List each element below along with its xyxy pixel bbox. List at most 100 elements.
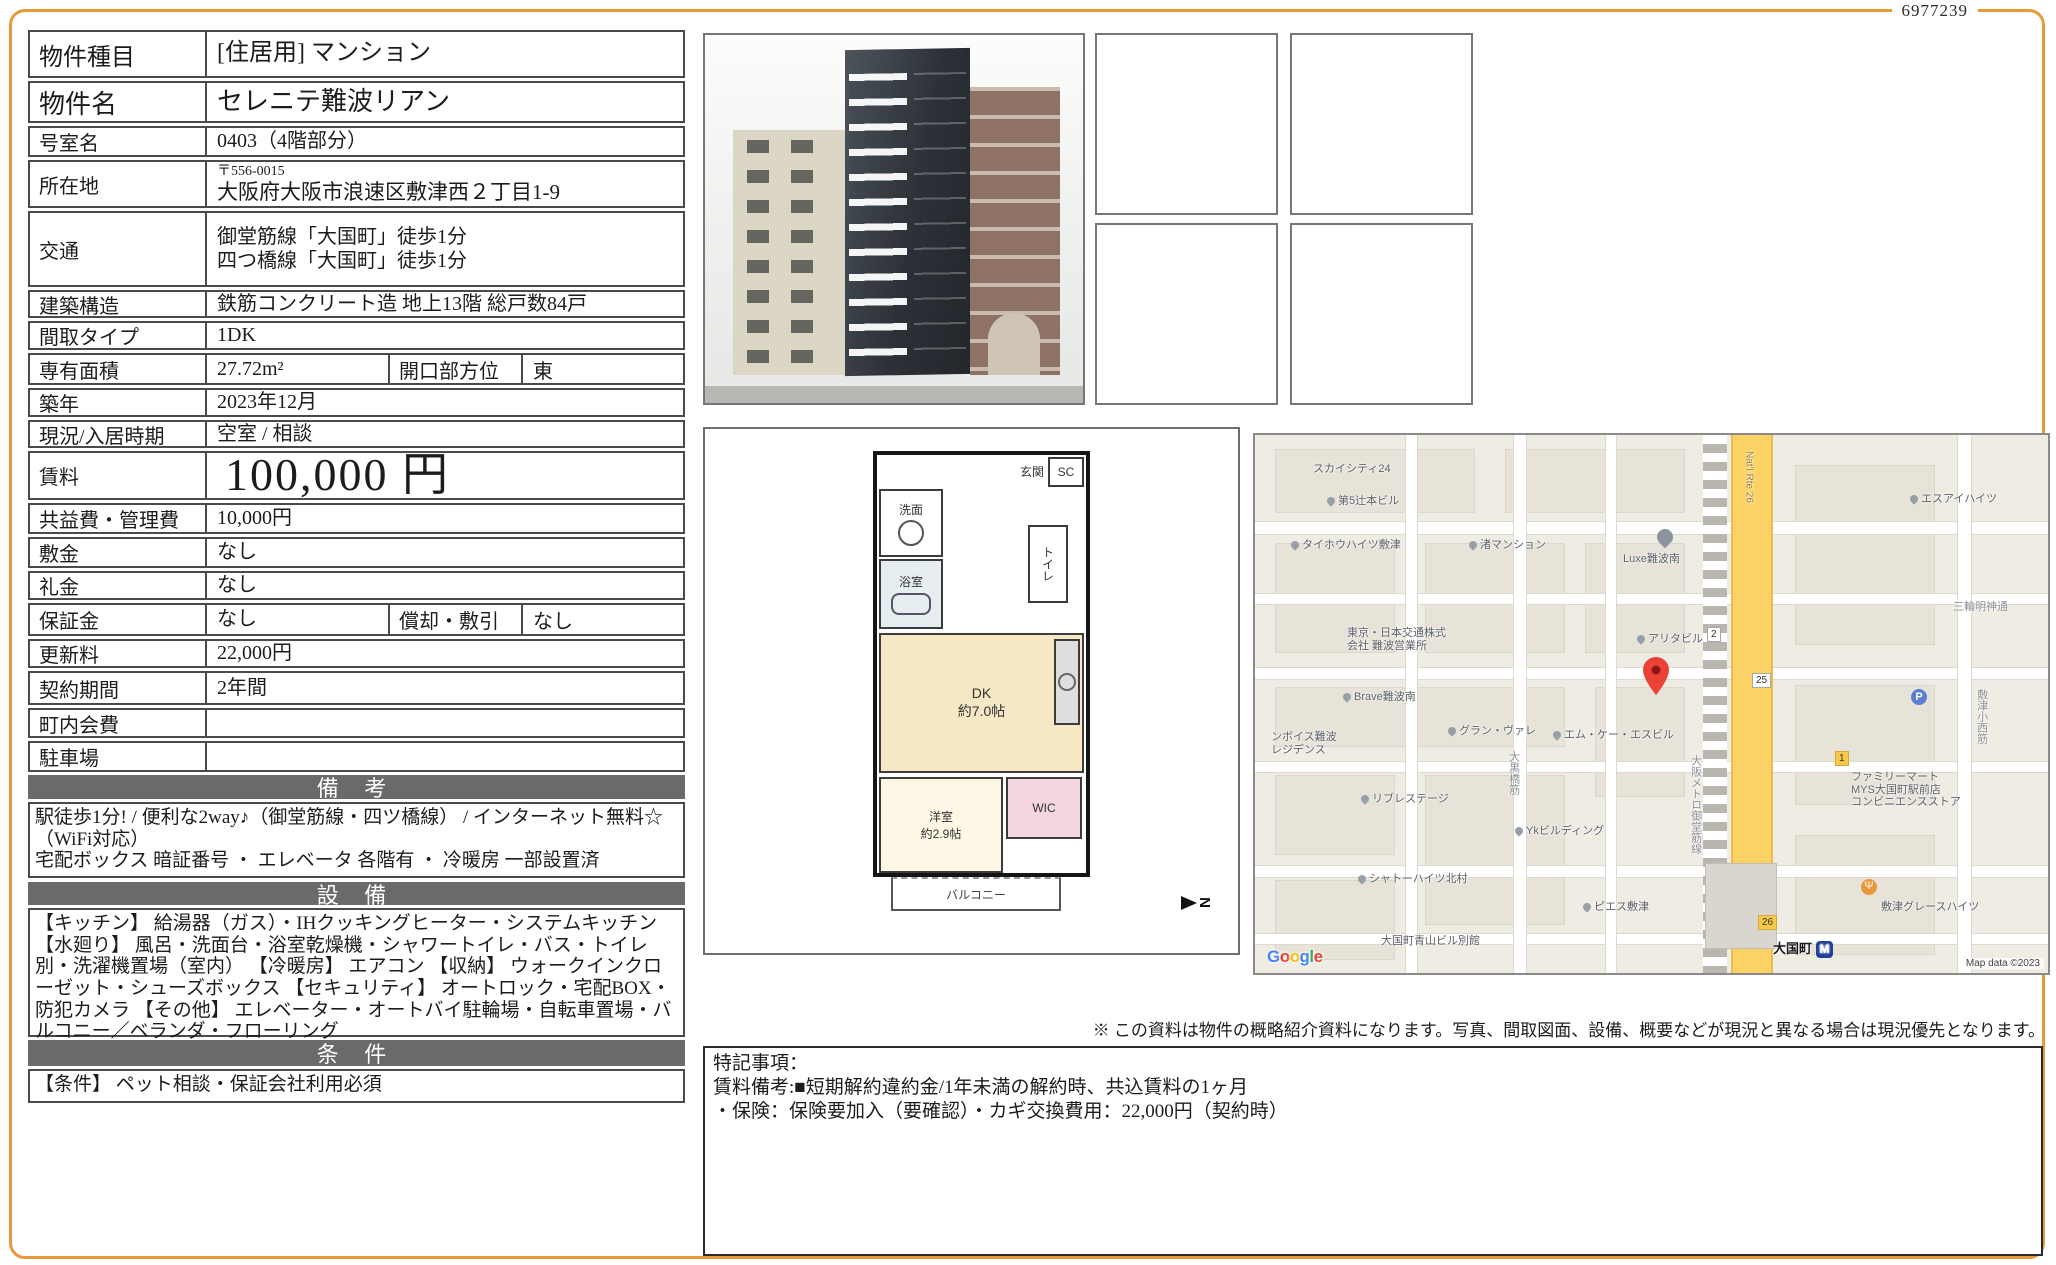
station-label: 大国町M <box>1773 941 1833 958</box>
poi-pin-icon <box>1356 873 1367 884</box>
row-value: なし <box>207 573 683 598</box>
poi-pin-icon <box>1908 493 1919 504</box>
toilet: トイレ <box>1028 525 1068 603</box>
postal-code: 〒556-0015 <box>217 164 560 180</box>
row-label: 建築構造 <box>30 292 207 316</box>
map-poi-label: 大国町青山ビル別館 <box>1381 935 1480 948</box>
kitchen-counter <box>1054 639 1080 725</box>
row-value <box>207 710 683 736</box>
walk-in-closet: WIC <box>1006 777 1082 839</box>
row-label: 賃料 <box>30 453 207 498</box>
property-row: 敷金なし <box>28 537 685 568</box>
poi-pin-icon <box>1341 691 1352 702</box>
property-location-pin <box>1643 657 1669 695</box>
row-label: 号室名 <box>30 128 207 155</box>
property-row: 共益費・管理費10,000円 <box>28 503 685 534</box>
beige-building <box>733 130 845 375</box>
exit-number-badge: 25 <box>1752 673 1771 688</box>
bathroom-label: 浴室 <box>899 573 923 590</box>
poi-pin-icon <box>1635 633 1646 644</box>
location-map: P Ψ スカイシティ24第5辻本ビルタイホウハイツ敷津渚マンションLuxe難波南… <box>1253 433 2050 975</box>
map-attribution: Map data ©2023 <box>1962 958 2044 969</box>
map-poi-label: アリタビル <box>1637 633 1703 646</box>
map-poi-label: 渚マンション <box>1469 539 1546 552</box>
property-row: 間取タイプ1DK <box>28 321 685 350</box>
north-arrow: N <box>1181 894 1210 911</box>
property-row: 現況/入居時期空室 / 相談 <box>28 420 685 448</box>
map-poi-label: Nat'l Rte 26 <box>1743 451 1755 503</box>
special-notes-line2: ・保険：保険要加入（要確認）・カギ交換費用：22,000円（契約時） <box>713 1100 2033 1124</box>
row-label: 共益費・管理費 <box>30 505 207 532</box>
row-label: 礼金 <box>30 573 207 598</box>
row-label: 保証金 <box>30 605 207 634</box>
station-platform <box>1705 863 1777 949</box>
property-row: 礼金なし <box>28 571 685 600</box>
row-value: 22,000円 <box>207 641 683 666</box>
row-label: 間取タイプ <box>30 323 207 348</box>
document-id: 6977239 <box>1892 1 1979 21</box>
restaurant-icon: Ψ <box>1861 879 1877 895</box>
property-row: 賃料100,000 円 <box>28 451 685 500</box>
row-label: 物件種目 <box>30 32 207 76</box>
sink-icon <box>1058 673 1076 691</box>
building-photo <box>703 33 1085 405</box>
row-label: 所在地 <box>30 162 207 206</box>
property-row: 保証金なし償却・敷引なし <box>28 603 685 636</box>
row-label: 契約期間 <box>30 673 207 703</box>
photo-placeholder-3 <box>1095 223 1278 405</box>
poi-pin-icon <box>1325 495 1336 506</box>
photo-placeholder-2 <box>1290 33 1473 215</box>
map-poi-label: 東京・日本交通株式 会社 難波営業所 <box>1347 627 1446 652</box>
photo-placeholder-4 <box>1290 223 1473 405</box>
row-label: 交通 <box>30 213 207 285</box>
special-notes-box: 特記事項： 賃料備考:■短期解約違約金/1年未満の解約時、共込賃料の1ヶ月 ・保… <box>703 1046 2043 1256</box>
bathroom: 浴室 <box>879 559 943 629</box>
row-value: 100,000 円 <box>207 453 683 498</box>
floor-plan: 玄関 SC 洗面 浴室 トイレ DK 約7.0帖 洋室 約2.9帖 WIC バル… <box>703 427 1240 955</box>
disclaimer-text: ※ この資料は物件の概略紹介資料になります。写真、間取図面、設備、概要などが現況… <box>703 1016 2045 1041</box>
map-poi-label: タイホウハイツ敷津 <box>1291 539 1401 552</box>
row-value: [住居用] マンション <box>207 32 683 76</box>
parking-icon: P <box>1911 689 1927 705</box>
row-label: 築年 <box>30 390 207 415</box>
exit-number-badge: 2 <box>1707 627 1721 642</box>
row-value: 鉄筋コンクリート造 地上13階 総戸数84戸 <box>207 292 683 316</box>
row-label: 町内会費 <box>30 710 207 736</box>
row-label: 現況/入居時期 <box>30 422 207 446</box>
row-value: なし <box>207 539 683 566</box>
floor-plan-outline: 玄関 SC 洗面 浴室 トイレ DK 約7.0帖 洋室 約2.9帖 WIC バル… <box>873 451 1090 877</box>
poi-pin-icon <box>1467 539 1478 550</box>
poi-pin-icon <box>1581 901 1592 912</box>
north-arrow-icon <box>1181 896 1197 910</box>
poi-pin-icon <box>1289 539 1300 550</box>
photo-placeholder-1 <box>1095 33 1278 215</box>
map-poi-label: 大黒橋筋 <box>1507 751 1520 795</box>
address-text: 大阪府大阪市浪速区敷津西２丁目1-9 <box>217 180 560 204</box>
row-value: 御堂筋線「大国町」徒歩1分 四つ橋線「大国町」徒歩1分 <box>207 213 683 285</box>
property-row: 物件名セレニテ難波リアン <box>28 81 685 123</box>
exit-number-badge: 26 <box>1758 915 1777 930</box>
map-poi-label: リブレステージ <box>1361 793 1449 806</box>
row-value: なし <box>207 605 388 634</box>
balcony-stripes <box>849 73 907 370</box>
row-value: 2年間 <box>207 673 683 703</box>
street <box>705 383 1083 403</box>
bathtub-icon <box>891 593 931 615</box>
row-value: 0403（4階部分） <box>207 128 683 155</box>
property-row: 所在地〒556-0015大阪府大阪市浪速区敷津西２丁目1-9 <box>28 160 685 208</box>
remarks-text: 駅徒歩1分! / 便利な2way♪（御堂筋線・四ツ橋線） / インターネット無料… <box>28 802 685 878</box>
map-poi-label: ンボイス難波 レジデンス <box>1271 731 1337 756</box>
poi-pin-icon <box>1359 793 1370 804</box>
entrance-label: 玄関 <box>1020 463 1044 480</box>
property-row: 契約期間2年間 <box>28 671 685 705</box>
property-row: 専有面積27.72m²開口部方位東 <box>28 353 685 385</box>
window-column <box>747 140 769 375</box>
property-row: 号室名0403（4階部分） <box>28 126 685 157</box>
property-row: 更新料22,000円 <box>28 639 685 668</box>
equipment-band: 設 備 <box>28 882 685 905</box>
map-poi-label: エスアイハイツ <box>1910 493 1997 506</box>
special-notes-title: 特記事項： <box>713 1052 2033 1076</box>
row-subvalue: なし <box>523 605 683 634</box>
row-value: 10,000円 <box>207 505 683 532</box>
remarks-band: 備 考 <box>28 775 685 799</box>
